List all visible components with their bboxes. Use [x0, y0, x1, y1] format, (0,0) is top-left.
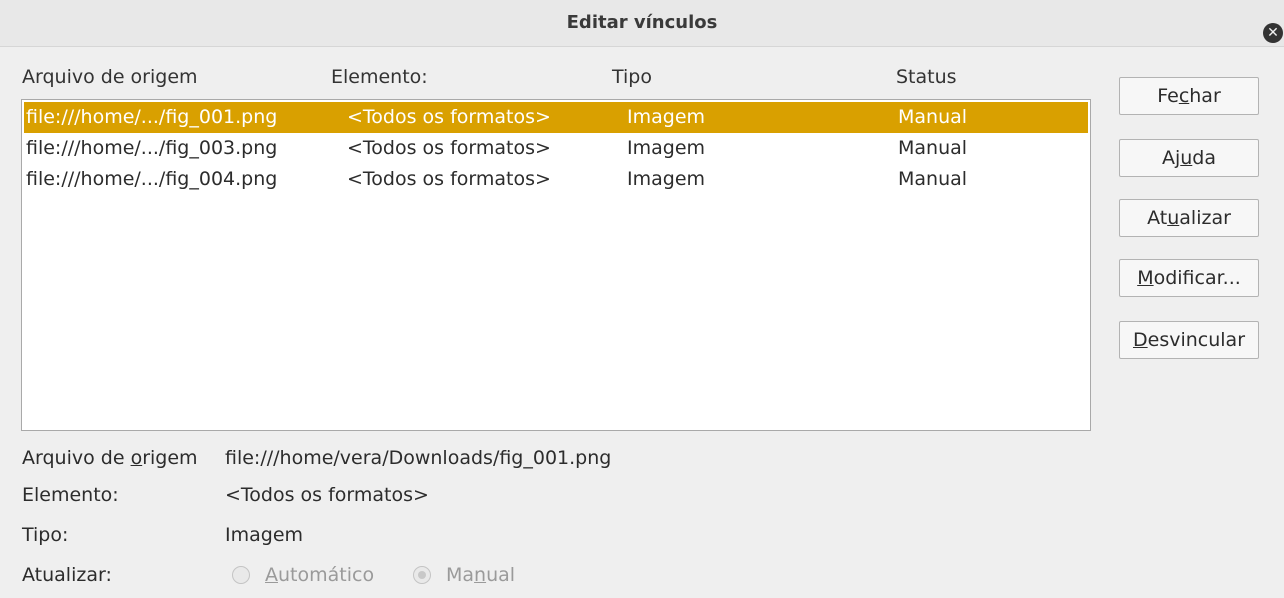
- close-icon[interactable]: ✕: [1263, 23, 1283, 43]
- link-status: Manual: [898, 106, 968, 128]
- source-value: file:///home/vera/Downloads/fig_001.png: [225, 447, 612, 469]
- manual-radio-label[interactable]: Manual: [446, 560, 515, 590]
- close-button[interactable]: Fechar: [1119, 77, 1259, 115]
- button-label-part: Aj: [1161, 147, 1181, 169]
- type-label: Tipo:: [22, 524, 69, 546]
- button-label-part: At: [1147, 207, 1168, 229]
- update-button[interactable]: Atualizar: [1119, 199, 1259, 237]
- list-item[interactable]: file:///home/.../fig_004.png <Todos os f…: [24, 164, 1088, 195]
- button-label-part: esvincular: [1147, 329, 1245, 351]
- link-source: file:///home/.../fig_003.png: [26, 137, 278, 159]
- list-item[interactable]: file:///home/.../fig_003.png <Todos os f…: [24, 133, 1088, 164]
- automatic-radio[interactable]: [232, 566, 250, 584]
- link-source: file:///home/.../fig_001.png: [26, 106, 278, 128]
- manual-radio[interactable]: [413, 566, 431, 584]
- column-header-source[interactable]: Arquivo de origem: [22, 64, 198, 90]
- button-label-part: da: [1192, 147, 1217, 169]
- element-label: Elemento:: [22, 484, 119, 506]
- modify-button[interactable]: Modificar...: [1119, 259, 1259, 297]
- column-header-status[interactable]: Status: [896, 64, 957, 90]
- button-label-part: alizar: [1179, 207, 1231, 229]
- unlink-button[interactable]: Desvincular: [1119, 321, 1259, 359]
- label-mnemonic: n: [474, 564, 487, 586]
- link-element: <Todos os formatos>: [347, 168, 551, 190]
- button-mnemonic: u: [1180, 147, 1193, 169]
- label-part: Ma: [446, 564, 475, 586]
- column-header-type[interactable]: Tipo: [612, 64, 652, 90]
- column-header-element[interactable]: Elemento:: [331, 64, 428, 90]
- button-mnemonic: c: [1178, 85, 1190, 107]
- list-item[interactable]: file:///home/.../fig_001.png <Todos os f…: [24, 102, 1088, 133]
- source-label: Arquivo de origem: [22, 443, 198, 473]
- label-mnemonic: A: [265, 564, 278, 586]
- link-type: Imagem: [627, 168, 706, 190]
- link-type: Imagem: [627, 106, 706, 128]
- link-status: Manual: [898, 168, 968, 190]
- label-part: Arquivo de: [22, 447, 131, 469]
- link-element: <Todos os formatos>: [347, 137, 551, 159]
- help-button[interactable]: Ajuda: [1119, 139, 1259, 177]
- button-mnemonic: D: [1132, 329, 1148, 351]
- dialog-title: Editar vínculos: [566, 12, 718, 33]
- label-mnemonic: o: [130, 447, 143, 469]
- automatic-radio-label[interactable]: Automático: [265, 560, 374, 590]
- label-part: ual: [486, 564, 516, 586]
- link-type: Imagem: [627, 137, 706, 159]
- link-element: <Todos os formatos>: [347, 106, 551, 128]
- link-status: Manual: [898, 137, 968, 159]
- radio-dot: [418, 571, 426, 579]
- button-label-part: odificar...: [1153, 267, 1241, 289]
- element-value: <Todos os formatos>: [225, 484, 429, 506]
- links-list[interactable]: file:///home/.../fig_001.png <Todos os f…: [21, 99, 1091, 431]
- title-bar: Editar vínculos ✕: [0, 0, 1284, 47]
- label-part: rigem: [142, 447, 198, 469]
- type-value: Imagem: [225, 524, 304, 546]
- button-label-part: Fe: [1157, 85, 1179, 107]
- label-part: utomático: [278, 564, 375, 586]
- button-mnemonic: M: [1137, 267, 1154, 289]
- button-label-part: har: [1189, 85, 1221, 107]
- link-source: file:///home/.../fig_004.png: [26, 168, 278, 190]
- button-mnemonic: u: [1167, 207, 1180, 229]
- update-mode-label: Atualizar:: [22, 564, 112, 586]
